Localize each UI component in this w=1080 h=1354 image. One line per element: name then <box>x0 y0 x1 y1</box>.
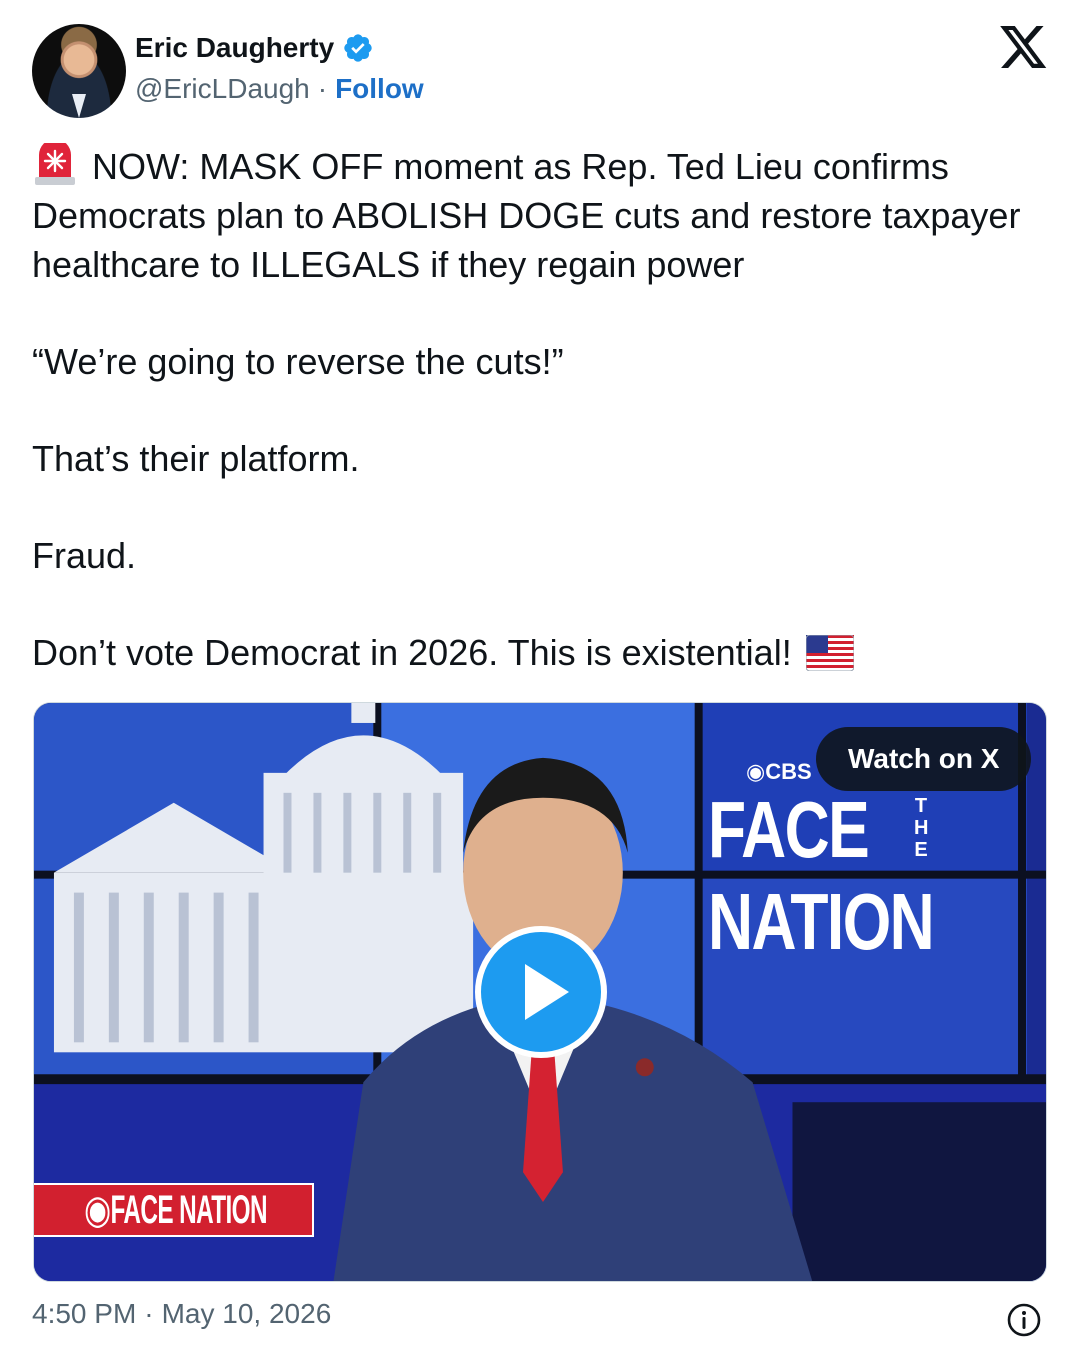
follow-button[interactable]: Follow <box>335 73 424 105</box>
show-title-the: THE <box>914 795 929 861</box>
tweet-card: Eric Daugherty @EricLDaugh · Follow NOW:… <box>0 0 1080 1354</box>
tweet-paragraph-2: “We’re going to reverse the cuts!” <box>32 341 564 382</box>
tweet-paragraph-5: Don’t vote Democrat in 2026. This is exi… <box>32 628 1052 677</box>
lower-third-label: FACE NATION <box>110 1188 267 1232</box>
video-player[interactable]: ◉CBS FACE THE NATION Watch on X ◉FACE NA… <box>33 702 1047 1282</box>
timestamp-separator: · <box>144 1298 154 1329</box>
info-icon[interactable] <box>1006 1302 1042 1338</box>
cbs-network-logo: ◉CBS <box>746 759 812 784</box>
tweet-paragraph-1: NOW: MASK OFF moment as Rep. Ted Lieu co… <box>32 142 1052 289</box>
play-button[interactable] <box>475 926 607 1058</box>
tweet-paragraph-3: That’s their platform. <box>32 438 360 479</box>
watch-on-x-label: Watch on X <box>848 743 1000 774</box>
lower-third-banner: ◉FACE NATION <box>34 1183 314 1237</box>
x-logo-icon[interactable] <box>1000 26 1048 70</box>
show-title-nation: NATION <box>708 877 935 966</box>
tweet-text: NOW: MASK OFF moment as Rep. Ted Lieu co… <box>32 142 1052 677</box>
tweet-line-5: Don’t vote Democrat in 2026. This is exi… <box>32 632 792 673</box>
author-name[interactable]: Eric Daugherty <box>135 32 334 64</box>
tweet-line-1: NOW: MASK OFF moment as Rep. Ted Lieu co… <box>32 146 1021 285</box>
verified-badge-icon <box>344 34 372 62</box>
tweet-date: May 10, 2026 <box>161 1298 332 1329</box>
tweet-paragraph-4: Fraud. <box>32 535 137 576</box>
watch-on-x-button[interactable]: Watch on X <box>816 727 1032 791</box>
siren-icon <box>35 143 75 185</box>
us-flag-icon <box>805 635 854 671</box>
author-avatar[interactable] <box>32 24 126 118</box>
author-handle[interactable]: @EricLDaugh <box>135 73 310 105</box>
play-icon <box>525 964 569 1020</box>
tweet-timestamp[interactable]: 4:50 PM · May 10, 2026 <box>32 1298 331 1330</box>
tweet-time: 4:50 PM <box>32 1298 137 1329</box>
show-title-face: FACE <box>708 785 870 874</box>
handle-separator: · <box>317 73 328 104</box>
author-handle-row: @EricLDaugh · Follow <box>135 73 424 105</box>
author-name-row: Eric Daugherty <box>135 32 374 64</box>
